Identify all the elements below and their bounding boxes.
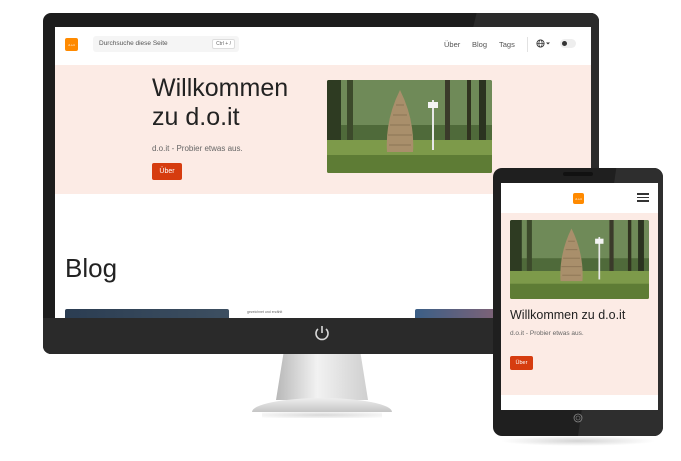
search-input[interactable]: Durchsuche diese Seite Ctrl + / [93,36,239,52]
site-logo[interactable]: d.o.it [65,38,78,51]
blog-heading: Blog [65,253,118,283]
power-icon [315,326,329,341]
tablet-navbar: d.o.it [501,183,658,213]
tablet-site-logo[interactable]: d.o.it [573,193,584,204]
nav-link-blog[interactable]: Blog [472,40,487,49]
tablet-hero-subtitle: d.o.it - Probier etwas aus. [510,330,584,337]
hamburger-menu-icon[interactable] [637,193,649,202]
blog-card-2-caption: gezeichnet und erzählt [247,310,283,314]
monitor-stand [276,354,368,400]
nav-link-about[interactable]: Über [444,40,460,49]
hero-title: Willkommen zu d.o.it [152,74,289,131]
monitor-base [252,398,392,412]
hero-subtitle: d.o.it - Probier etwas aus. [152,144,243,153]
nav-link-tags[interactable]: Tags [499,40,515,49]
theme-toggle[interactable] [560,39,576,48]
about-button[interactable]: Über [152,163,182,180]
forest-sculpture-photo [327,80,492,173]
blog-card-1[interactable] [65,309,229,318]
forest-sculpture-photo [510,220,649,299]
tablet-hero-section: Willkommen zu d.o.it d.o.it - Probier et… [501,213,658,395]
desktop-navbar: d.o.it Durchsuche diese Seite Ctrl + / Ü… [55,27,591,65]
tablet-hero-title: Willkommen zu d.o.it [510,308,626,322]
home-button-icon [573,413,583,423]
tablet-screen: d.o.it Willkommen zu d.o.it d.o.it - Pro… [501,183,658,410]
tablet-about-button[interactable]: Über [510,356,533,370]
search-placeholder: Durchsuche diese Seite [99,40,168,47]
search-shortcut: Ctrl + / [212,39,235,49]
globe-icon[interactable] [536,39,550,48]
nav-divider [527,37,528,52]
